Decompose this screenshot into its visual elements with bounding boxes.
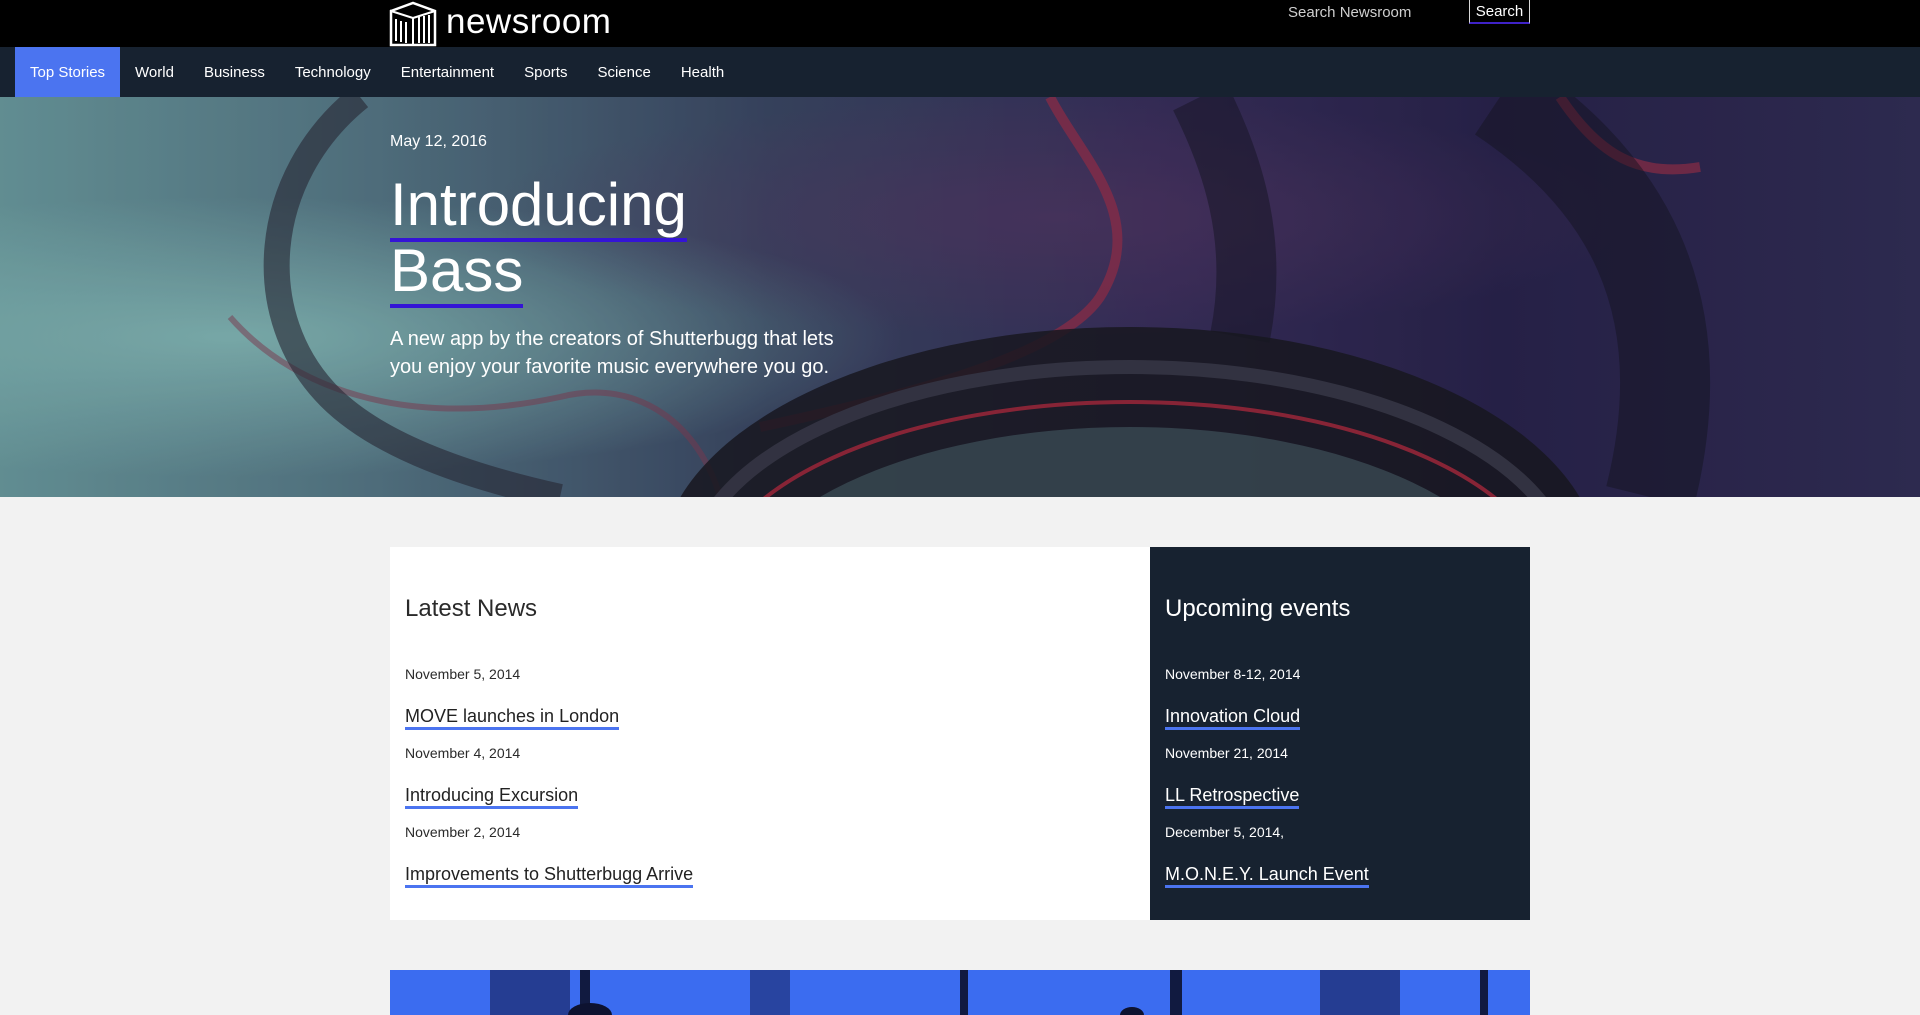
- list-item: November 5, 2014 MOVE launches in London: [405, 665, 693, 744]
- search-input[interactable]: [1278, 0, 1464, 24]
- nav-item-entertainment[interactable]: Entertainment: [386, 47, 509, 97]
- list-item: December 5, 2014, M.O.N.E.Y. Launch Even…: [1165, 823, 1369, 902]
- list-item: November 4, 2014 Introducing Excursion: [405, 744, 693, 823]
- nav-item-science[interactable]: Science: [582, 47, 665, 97]
- hero-subtitle: A new app by the creators of Shutterbugg…: [390, 328, 834, 378]
- latest-news-list: November 5, 2014 MOVE launches in London…: [405, 665, 694, 902]
- upcoming-events-panel: Upcoming events November 8-12, 2014 Inno…: [1150, 547, 1530, 920]
- hero-date: May 12, 2016: [390, 133, 487, 150]
- feature-image: [490, 970, 1488, 1015]
- list-item: November 21, 2014 LL Retrospective: [1165, 744, 1369, 823]
- news-link[interactable]: MOVE launches in London: [405, 705, 620, 730]
- event-date: November 8-12, 2014: [1165, 666, 1301, 682]
- hero-title[interactable]: Introducing Bass: [390, 171, 687, 308]
- headphones-hero-image: [0, 97, 1920, 497]
- search-button[interactable]: Search: [1469, 0, 1530, 24]
- event-date: November 21, 2014: [1165, 745, 1288, 761]
- event-link[interactable]: LL Retrospective: [1165, 784, 1300, 809]
- hero-title-line-2: Bass: [390, 237, 524, 308]
- nav-item-world[interactable]: World: [120, 47, 189, 97]
- list-item: November 8-12, 2014 Innovation Cloud: [1165, 665, 1369, 744]
- nav-item-technology[interactable]: Technology: [280, 47, 386, 97]
- news-link[interactable]: Introducing Excursion: [405, 784, 579, 809]
- event-date: December 5, 2014,: [1165, 824, 1285, 840]
- newsroom-logo[interactable]: newsroom: [388, 0, 611, 47]
- latest-news-panel: Latest News November 5, 2014 MOVE launch…: [390, 547, 1150, 920]
- news-link[interactable]: Improvements to Shutterbugg Arrive: [405, 863, 694, 888]
- event-link[interactable]: Innovation Cloud: [1165, 705, 1301, 730]
- news-date: November 5, 2014: [405, 666, 521, 682]
- building-logo-icon: [388, 1, 438, 47]
- upcoming-events-title: Upcoming events: [1165, 595, 1351, 622]
- event-link[interactable]: M.O.N.E.Y. Launch Event: [1165, 863, 1369, 888]
- feature-image-banner[interactable]: [390, 970, 1530, 1015]
- latest-news-title: Latest News: [405, 595, 538, 622]
- logo-text: newsroom: [446, 2, 612, 41]
- nav-item-top-stories[interactable]: Top Stories: [15, 47, 121, 97]
- nav-item-health[interactable]: Health: [666, 47, 739, 97]
- nav-item-business[interactable]: Business: [189, 47, 280, 97]
- main-nav: Top Stories World Business Technology En…: [0, 47, 1920, 97]
- nav-item-sports[interactable]: Sports: [509, 47, 582, 97]
- list-item: November 2, 2014 Improvements to Shutter…: [405, 823, 694, 902]
- hero-banner[interactable]: May 12, 2016 Introducing Bass A new app …: [0, 97, 1920, 497]
- top-bar: newsroom Search: [0, 0, 1920, 47]
- upcoming-events-list: November 8-12, 2014 Innovation Cloud Nov…: [1165, 665, 1369, 902]
- hero-title-line-1: Introducing: [390, 171, 687, 242]
